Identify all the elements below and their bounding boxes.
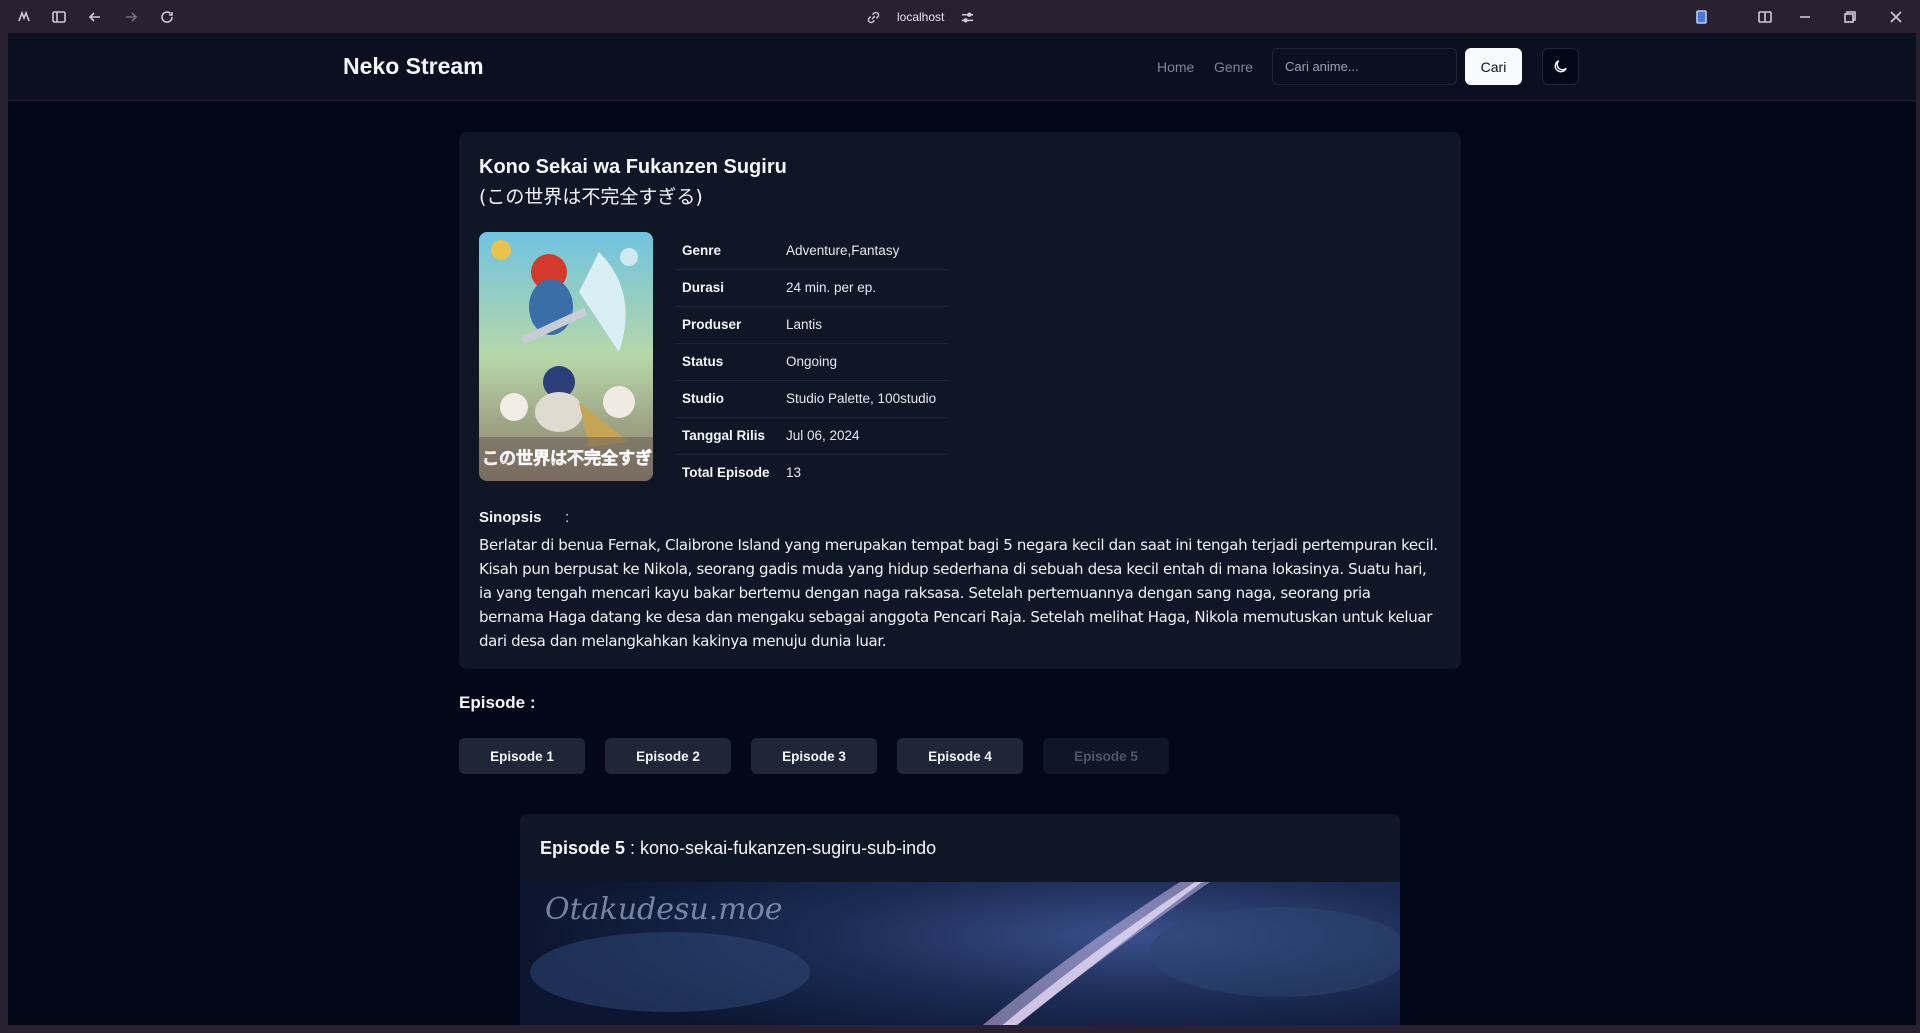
detail-value-durasi: 24 min. per ep. [779,269,947,307]
player-slug: : kono-sekai-fukanzen-sugiru-sub-indo [625,838,937,858]
site-settings-icon[interactable] [960,10,975,25]
detail-row: Total Episode 13 [675,454,947,491]
detail-value-studio: Studio Palette, 100studio [779,380,947,418]
site-header: Neko Stream Home Genre Cari [8,33,1916,101]
anime-poster: この世界は不完全すぎる [479,232,653,481]
episode-2-button[interactable]: Episode 2 [605,738,731,774]
split-view-icon[interactable] [1754,6,1776,28]
detail-row: Studio Studio Palette, 100studio [675,380,947,418]
player-card: Episode 5 : kono-sekai-fukanzen-sugiru-s… [520,814,1400,1025]
player-title: Episode 5 : kono-sekai-fukanzen-sugiru-s… [540,838,936,859]
nav-genre-link[interactable]: Genre [1214,59,1253,75]
detail-row: Genre Adventure,Fantasy [675,232,947,270]
search-button[interactable]: Cari [1465,48,1522,85]
detail-row: Tanggal Rilis Jul 06, 2024 [675,417,947,455]
synopsis-colon: : [565,509,570,526]
theme-toggle-button[interactable] [1542,48,1579,85]
forward-icon[interactable] [120,6,142,28]
anime-title-japanese: (この世界は不完全すぎる) [479,186,703,208]
page-viewport: Neko Stream Home Genre Cari Kono Sekai w… [8,33,1916,1025]
detail-key-total-episode: Total Episode [682,465,770,481]
episode-5-button[interactable]: Episode 5 [1043,738,1169,774]
sidebar-toggle-icon[interactable] [48,6,70,28]
detail-value-total-episode: 13 [786,465,802,481]
video-watermark: Otakudesu.moe [545,892,783,927]
link-icon [867,11,880,23]
anime-details-table: Genre Adventure,Fantasy Durasi 24 min. per… [675,232,947,491]
reload-icon[interactable] [156,6,178,28]
moon-icon [1554,60,1567,73]
url-text: localhost [897,10,945,24]
detail-key-genre: Genre [675,232,779,270]
episode-1-button[interactable]: Episode 1 [459,738,585,774]
detail-key-status: Status [675,343,779,381]
back-icon[interactable] [84,6,106,28]
detail-value-status: Ongoing [779,343,947,381]
address-bar[interactable]: localhost [866,5,975,29]
detail-key-studio: Studio [675,380,779,418]
minimize-icon[interactable] [1794,6,1816,28]
browser-menu-icon[interactable] [13,6,35,28]
detail-row: Status Ongoing [675,343,947,381]
detail-value-produser: Lantis [779,306,947,344]
detail-row: Produser Lantis [675,306,947,344]
poster-logo-text: この世界は不完全すぎる [482,448,653,469]
detail-key-release-date: Tanggal Rilis [675,417,779,455]
synopsis-text: Berlatar di benua Fernak, Claibrone Isla… [479,536,1438,650]
episode-3-button[interactable]: Episode 3 [751,738,877,774]
close-icon[interactable] [1885,6,1907,28]
detail-value-release-date: Jul 06, 2024 [779,417,947,455]
detail-key-produser: Produser [675,306,779,344]
browser-toolbar: localhost [0,0,1920,33]
detail-value-genre: Adventure,Fantasy [779,232,947,270]
detail-key-durasi: Durasi [675,269,779,307]
extension-icon[interactable] [1690,6,1712,28]
anime-info-card: Kono Sekai wa Fukanzen Sugiru (この世界は不完全す… [459,132,1461,669]
video-player[interactable]: Otakudesu.moe [520,882,1400,1025]
anime-title: Kono Sekai wa Fukanzen Sugiru [479,156,787,178]
search-input[interactable] [1272,48,1457,85]
episode-4-button[interactable]: Episode 4 [897,738,1023,774]
player-episode-label: Episode 5 [540,838,626,858]
synopsis-label: Sinopsis [479,509,542,526]
restore-icon[interactable] [1839,6,1861,28]
site-logo[interactable]: Neko Stream [343,53,484,80]
detail-row: Durasi 24 min. per ep. [675,269,947,307]
episode-heading: Episode : [459,693,536,712]
nav-home-link[interactable]: Home [1157,59,1194,75]
